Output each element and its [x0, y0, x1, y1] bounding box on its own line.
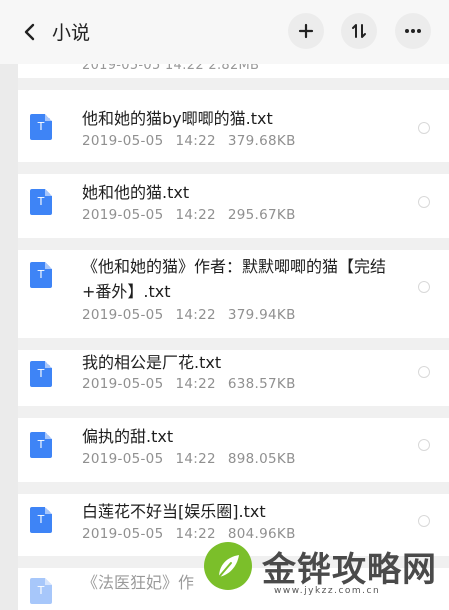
file-meta: 2019-05-05 14:22 295.67KB — [82, 207, 296, 223]
txt-file-icon: T — [30, 114, 52, 140]
divider — [18, 162, 449, 174]
file-meta: 2019-05-05 14:22 638.57KB — [82, 376, 296, 392]
file-list: 2019-05-05 14:22 2.82MB T 他和她的猫by唧唧的猫.tx… — [18, 50, 449, 610]
txt-file-icon: T — [30, 507, 52, 533]
page-title: 小说 — [52, 22, 91, 44]
more-button[interactable] — [395, 13, 431, 49]
divider — [18, 338, 449, 350]
file-meta: 2019-05-05 14:22 379.68KB — [82, 133, 296, 149]
select-radio[interactable] — [418, 439, 430, 451]
back-button[interactable] — [18, 20, 42, 44]
add-button[interactable] — [288, 13, 324, 49]
select-radio[interactable] — [418, 515, 430, 527]
list-item[interactable]: T 偏执的甜.txt 2019-05-05 14:22 898.05KB — [18, 418, 449, 490]
list-item[interactable]: T 《他和她的猫》作者：默默唧唧的猫【完结+番外】.txt 2019-05-05… — [18, 250, 449, 338]
watermark-url: www.jykzz.com.cn — [274, 586, 381, 596]
divider — [18, 482, 449, 494]
txt-file-icon: T — [30, 432, 52, 458]
divider — [18, 406, 449, 418]
file-meta: 2019-05-05 14:22 379.94KB — [82, 307, 296, 323]
divider — [18, 238, 449, 250]
top-bar: 小说 — [0, 0, 449, 64]
select-radio[interactable] — [418, 281, 430, 293]
leaf-logo-icon — [204, 542, 252, 590]
txt-file-icon: T — [30, 189, 52, 215]
sort-button[interactable] — [341, 13, 377, 49]
divider — [18, 78, 449, 90]
file-name: 她和他的猫.txt — [82, 183, 190, 202]
file-meta: 2019-05-05 14:22 898.05KB — [82, 451, 296, 467]
site-watermark: 金铧攻略网 www.jykzz.com.cn — [200, 538, 449, 600]
list-item[interactable]: T 她和他的猫.txt 2019-05-05 14:22 295.67KB — [18, 174, 449, 238]
watermark-text: 金铧攻略网 — [262, 550, 437, 590]
select-radio[interactable] — [418, 366, 430, 378]
file-name: 他和她的猫by唧唧的猫.txt — [82, 109, 273, 128]
file-name: 我的相公是厂花.txt — [82, 353, 222, 372]
sort-icon — [352, 24, 366, 38]
select-radio[interactable] — [418, 196, 430, 208]
list-item[interactable]: T 我的相公是厂花.txt 2019-05-05 14:22 638.57KB — [18, 350, 449, 414]
txt-file-icon: T — [30, 262, 52, 288]
txt-file-icon: T — [30, 361, 52, 387]
chevron-left-icon — [24, 23, 35, 41]
plus-icon — [298, 23, 314, 39]
txt-file-icon: T — [30, 578, 52, 604]
file-name: 白莲花不好当[娱乐圈].txt — [82, 502, 266, 521]
more-dots-icon — [405, 29, 421, 33]
file-name: 偏执的甜.txt — [82, 427, 174, 446]
select-radio[interactable] — [418, 122, 430, 134]
file-name: 《他和她的猫》作者：默默唧唧的猫【完结+番外】.txt — [82, 257, 387, 301]
